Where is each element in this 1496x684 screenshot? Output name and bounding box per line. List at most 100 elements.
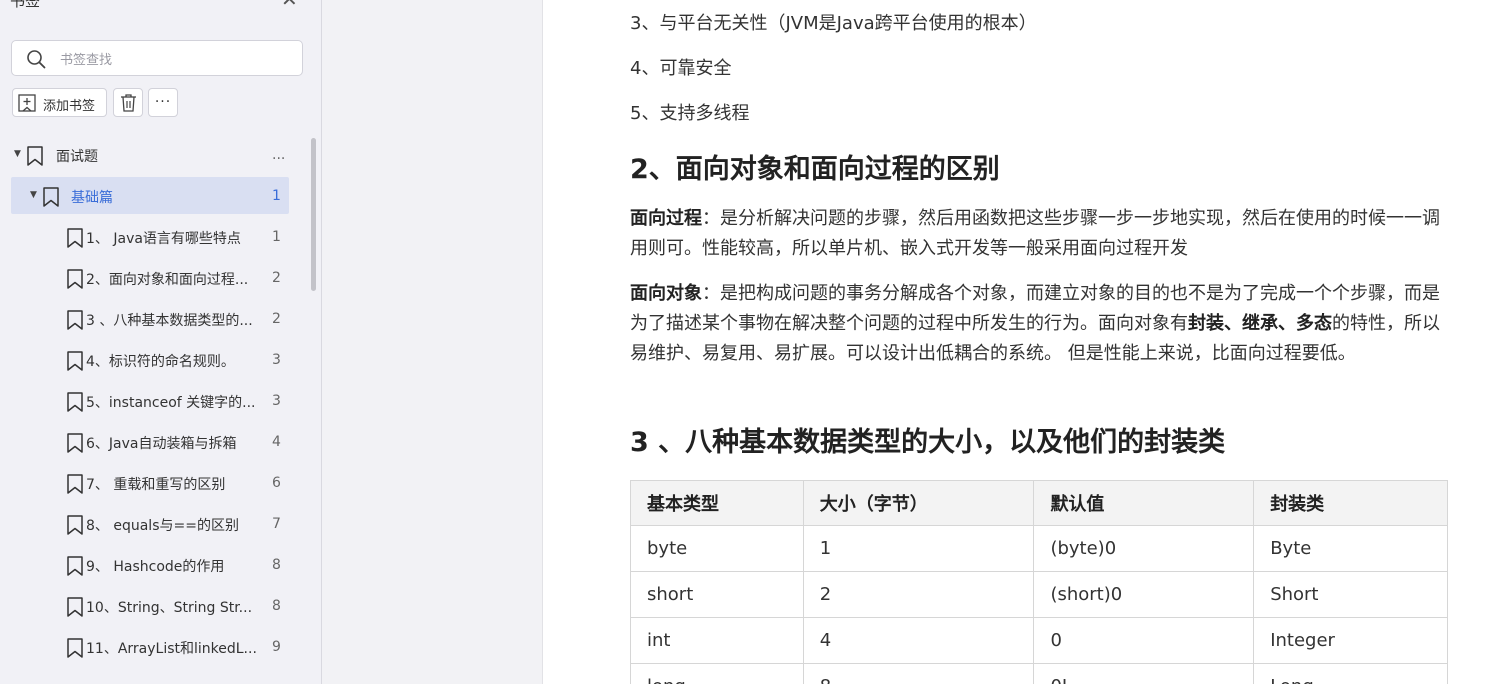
bookmark-label: 10、String、String Str...	[86, 600, 253, 616]
paragraph-object-oriented: 面向对象：是把构成问题的事务分解成各个对象，而建立对象的目的也不是为了完成一个个…	[630, 279, 1442, 369]
term-procedural: 面向过程	[630, 208, 702, 229]
table-cell: byte	[630, 525, 804, 572]
bookmark-icon	[66, 269, 84, 293]
bookmark-label: 2、面向对象和面向过程...	[86, 272, 249, 288]
bookmark-icon	[66, 597, 84, 621]
table-row: long80LLong	[630, 663, 1448, 684]
bookmark-item[interactable]: 11、ArrayList和linkedL... 9	[0, 628, 305, 666]
page-gap-background	[322, 0, 543, 684]
bookmark-label: 面试题	[56, 149, 98, 165]
bookmark-label: 8、 equals与==的区别	[86, 518, 239, 534]
bookmark-label: 11、ArrayList和linkedL...	[86, 641, 257, 657]
bookmark-search-box[interactable]	[11, 40, 303, 76]
document-view: 3、与平台无关性（JVM是Java跨平台使用的根本） 4、可靠安全 5、支持多线…	[543, 0, 1496, 684]
bookmark-item[interactable]: ▼ 面试题...	[0, 136, 305, 174]
add-bookmark-button[interactable]: 添加书签	[12, 88, 107, 117]
section-heading: 3 、八种基本数据类型的大小，以及他们的封装类	[630, 427, 1226, 458]
bookmark-icon	[66, 433, 84, 457]
table-cell: (byte)0	[1033, 525, 1255, 572]
bookmark-icon	[66, 392, 84, 416]
expand-arrow-icon[interactable]: ▼	[30, 190, 37, 200]
bold-features: 封装、继承、多态	[1188, 313, 1332, 334]
bookmark-panel-header: 书签 ✕	[0, 0, 321, 16]
table-cell: long	[630, 663, 804, 684]
bookmark-item[interactable]: 2、面向对象和面向过程... 2	[0, 259, 305, 297]
bookmark-page-number: 7	[272, 516, 281, 532]
table-header-cell: 默认值	[1033, 480, 1255, 526]
bookmark-item[interactable]: ▼ 基础篇 1	[0, 177, 305, 215]
bookmark-page-number: 8	[272, 557, 281, 573]
bookmark-label: 9、 Hashcode的作用	[86, 559, 225, 575]
bookmark-icon	[66, 228, 84, 252]
bookmark-label: 3 、八种基本数据类型的...	[86, 313, 253, 329]
add-bookmark-icon	[18, 94, 36, 112]
trash-icon	[121, 94, 136, 112]
table-header-cell: 基本类型	[630, 480, 804, 526]
bookmark-panel: 书签 ✕ 添加书签 ··· ▼面试题...▼基础篇11、 Java语言有哪些特点…	[0, 0, 322, 684]
bookmark-icon	[66, 474, 84, 498]
bookmark-item[interactable]: 8、 equals与==的区别 7	[0, 505, 305, 543]
bookmark-page-number: 1	[272, 188, 281, 204]
table-cell: 0L	[1033, 663, 1255, 684]
bookmark-item[interactable]: 10、String、String Str... 8	[0, 587, 305, 625]
table-cell: Short	[1253, 571, 1448, 618]
bookmark-item[interactable]: 4、标识符的命名规则。 3	[0, 341, 305, 379]
table-cell: 1	[802, 525, 1035, 572]
bookmark-icon	[66, 351, 84, 375]
table-cell: (short)0	[1033, 571, 1255, 618]
close-icon[interactable]: ✕	[281, 0, 298, 10]
bookmark-label: 5、instanceof 关键字的...	[86, 395, 256, 411]
bookmark-label: 7、 重载和重写的区别	[86, 477, 226, 493]
scrollbar-thumb[interactable]	[311, 138, 316, 291]
table-cell: 2	[802, 571, 1035, 618]
term-object-oriented: 面向对象	[630, 283, 702, 304]
bookmark-page-number: 2	[272, 270, 281, 286]
search-icon	[27, 50, 46, 69]
bookmark-icon	[26, 146, 44, 170]
table-cell: Long	[1253, 663, 1448, 684]
table-cell: 0	[1033, 617, 1255, 664]
bookmark-item[interactable]: 1、 Java语言有哪些特点 1	[0, 218, 305, 256]
list-item: 3、与平台无关性（JVM是Java跨平台使用的根本）	[630, 13, 1037, 34]
expand-arrow-icon[interactable]: ▼	[14, 149, 21, 159]
delete-bookmark-button[interactable]	[113, 88, 143, 117]
bookmark-icon	[42, 187, 60, 211]
bookmark-label: 6、Java自动装箱与拆箱	[86, 436, 237, 452]
bookmark-label: 1、 Java语言有哪些特点	[86, 231, 241, 247]
bookmark-page-number: 9	[272, 639, 281, 655]
bookmark-item[interactable]: 9、 Hashcode的作用 8	[0, 546, 305, 584]
table-header-cell: 大小（字节）	[802, 480, 1035, 526]
bookmark-item[interactable]: 7、 重载和重写的区别 6	[0, 464, 305, 502]
bookmark-item[interactable]: 5、instanceof 关键字的... 3	[0, 382, 305, 420]
bookmark-label: 基础篇	[71, 190, 113, 206]
bookmark-icon	[66, 556, 84, 580]
bookmark-icon	[66, 515, 84, 539]
bookmark-search-input[interactable]	[58, 49, 292, 71]
bookmark-page-number: 4	[272, 434, 281, 450]
bookmark-item[interactable]: 3 、八种基本数据类型的... 2	[0, 300, 305, 338]
table-cell: short	[630, 571, 804, 618]
table-cell: int	[630, 617, 804, 664]
bookmark-page-number: 2	[272, 311, 281, 327]
add-bookmark-label: 添加书签	[43, 99, 96, 114]
bookmark-page-number: 1	[272, 229, 281, 245]
bookmark-icon	[66, 638, 84, 662]
bookmark-page-number: 3	[272, 352, 281, 368]
table-row: int 4 0 Integer	[630, 617, 1448, 664]
bookmark-page-number: 8	[272, 598, 281, 614]
list-item: 4、可靠安全	[630, 58, 732, 79]
paragraph-text: ：是分析解决问题的步骤，然后用函数把这些步骤一步一步地实现，然后在使用的时候一一…	[630, 208, 1440, 259]
more-options-button[interactable]: ···	[148, 88, 178, 117]
bookmark-page-number: 3	[272, 393, 281, 409]
bookmark-icon	[66, 310, 84, 334]
list-item: 5、支持多线程	[630, 103, 750, 124]
table-cell: Integer	[1253, 617, 1448, 664]
panel-title: 书签	[10, 0, 41, 10]
table-cell: 4	[802, 617, 1035, 664]
bookmark-item[interactable]: 6、Java自动装箱与拆箱 4	[0, 423, 305, 461]
table-cell: 8	[802, 663, 1035, 684]
bookmark-page-number: 6	[272, 475, 281, 491]
bookmark-label: 4、标识符的命名规则。	[86, 354, 235, 370]
table-row: short 2 (short)0 Short	[630, 571, 1448, 618]
table-header-cell: 封装类	[1253, 480, 1448, 526]
